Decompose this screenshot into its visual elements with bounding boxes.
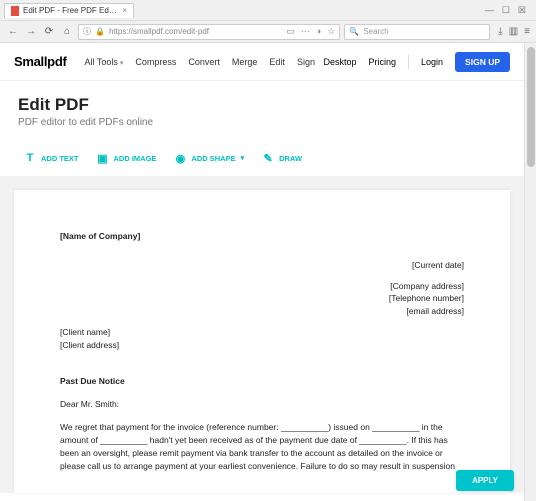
pricing-link[interactable]: Pricing	[369, 57, 397, 67]
download-icon[interactable]: ⤓	[498, 26, 502, 37]
url-text: https://smallpdf.com/edit-pdf	[109, 27, 282, 36]
menu-edit[interactable]: Edit	[269, 57, 285, 67]
search-box[interactable]: 🔍 Search	[344, 24, 490, 40]
search-icon: 🔍	[349, 27, 359, 36]
doc-client-block: [Client name] [Client address]	[60, 326, 464, 352]
doc-phone: [Telephone number]	[60, 292, 464, 305]
doc-date: [Current date]	[60, 259, 464, 272]
menu-all-tools[interactable]: All Tools▾	[85, 57, 124, 67]
forward-button[interactable]: →	[24, 26, 38, 37]
more-icon[interactable]: ⋯	[301, 26, 310, 37]
menu-merge[interactable]: Merge	[232, 57, 258, 67]
tool-label: ADD IMAGE	[114, 154, 157, 163]
chevron-down-icon: ▾	[120, 60, 124, 67]
reader-icon[interactable]: ▭	[286, 26, 295, 37]
viewport: Smallpdf All Tools▾ Compress Convert Mer…	[0, 43, 536, 501]
tool-label: ADD TEXT	[41, 154, 79, 163]
site-header: Smallpdf All Tools▾ Compress Convert Mer…	[0, 43, 524, 81]
login-link[interactable]: Login	[421, 57, 443, 67]
doc-sender-details: [Company address] [Telephone number] [em…	[60, 280, 464, 318]
reload-button[interactable]: ⟳	[42, 26, 56, 37]
menu-icon[interactable]: ≡	[524, 26, 530, 37]
home-button[interactable]: ⌂	[60, 26, 74, 37]
tab-close-icon[interactable]: ×	[122, 6, 127, 15]
tab-title: Edit PDF - Free PDF Editor Wo…	[23, 6, 118, 15]
pdf-document[interactable]: [Name of Company] [Current date] [Compan…	[14, 190, 510, 493]
doc-client-name: [Client name]	[60, 326, 464, 339]
doc-body: We regret that payment for the invoice (…	[60, 421, 464, 474]
scroll-thumb[interactable]	[527, 47, 535, 167]
image-icon: ▣	[97, 152, 109, 164]
doc-address: [Company address]	[60, 280, 464, 293]
window-maximize-icon[interactable]: ☐	[502, 5, 510, 16]
page-subtitle: PDF editor to edit PDFs online	[18, 117, 506, 128]
apply-button[interactable]: APPLY	[456, 470, 514, 491]
vertical-scrollbar[interactable]	[524, 43, 536, 501]
desktop-link[interactable]: Desktop	[323, 57, 356, 67]
url-bar[interactable]: ⓘ 🔒 https://smallpdf.com/edit-pdf ▭ ⋯ ◑ …	[78, 24, 340, 40]
menu-sign[interactable]: Sign	[297, 57, 315, 67]
doc-sender-block: [Current date]	[60, 259, 464, 272]
doc-client-address: [Client address]	[60, 339, 464, 352]
window-controls: — ☐ ☒	[485, 5, 532, 16]
tab-bar: Edit PDF - Free PDF Editor Wo… × — ☐ ☒	[0, 0, 536, 20]
menu-convert[interactable]: Convert	[188, 57, 220, 67]
tool-label: ADD SHAPE	[191, 154, 235, 163]
back-button[interactable]: ←	[6, 26, 20, 37]
window-minimize-icon[interactable]: —	[485, 5, 494, 16]
star-icon[interactable]: ☆	[327, 26, 335, 37]
page-heading: Edit PDF PDF editor to edit PDFs online	[0, 81, 524, 134]
add-shape-tool[interactable]: ◉ ADD SHAPE ▾	[174, 152, 244, 164]
info-icon[interactable]: ⓘ	[83, 26, 91, 37]
doc-company: [Name of Company]	[60, 230, 464, 243]
pencil-icon: ✎	[262, 152, 274, 164]
separator	[408, 55, 409, 69]
logo[interactable]: Smallpdf	[14, 54, 67, 69]
browser-tab[interactable]: Edit PDF - Free PDF Editor Wo… ×	[4, 3, 134, 18]
shape-icon: ◉	[174, 152, 186, 164]
shield-icon[interactable]: ◑	[316, 26, 321, 37]
library-icon[interactable]: ▥	[509, 26, 518, 37]
chevron-down-icon: ▾	[241, 154, 245, 162]
browser-chrome: Edit PDF - Free PDF Editor Wo… × — ☐ ☒ ←…	[0, 0, 536, 43]
text-icon: T	[24, 152, 36, 164]
add-image-tool[interactable]: ▣ ADD IMAGE	[97, 152, 157, 164]
add-text-tool[interactable]: T ADD TEXT	[24, 152, 79, 164]
signup-button[interactable]: SIGN UP	[455, 52, 510, 72]
editor-toolbar: T ADD TEXT ▣ ADD IMAGE ◉ ADD SHAPE ▾ ✎ D…	[0, 134, 524, 176]
draw-tool[interactable]: ✎ DRAW	[262, 152, 302, 164]
doc-email: [email address]	[60, 305, 464, 318]
main-menu: All Tools▾ Compress Convert Merge Edit S…	[85, 57, 315, 67]
canvas-area: [Name of Company] [Current date] [Compan…	[0, 176, 524, 493]
search-placeholder: Search	[363, 27, 388, 36]
lock-icon: 🔒	[95, 27, 105, 36]
nav-bar: ← → ⟳ ⌂ ⓘ 🔒 https://smallpdf.com/edit-pd…	[0, 20, 536, 42]
doc-notice-title: Past Due Notice	[60, 375, 464, 388]
page-title: Edit PDF	[18, 95, 506, 115]
doc-salutation: Dear Mr. Smith:	[60, 398, 464, 411]
tab-favicon	[11, 6, 19, 16]
menu-compress[interactable]: Compress	[135, 57, 176, 67]
window-close-icon[interactable]: ☒	[518, 5, 526, 16]
tool-label: DRAW	[279, 154, 302, 163]
